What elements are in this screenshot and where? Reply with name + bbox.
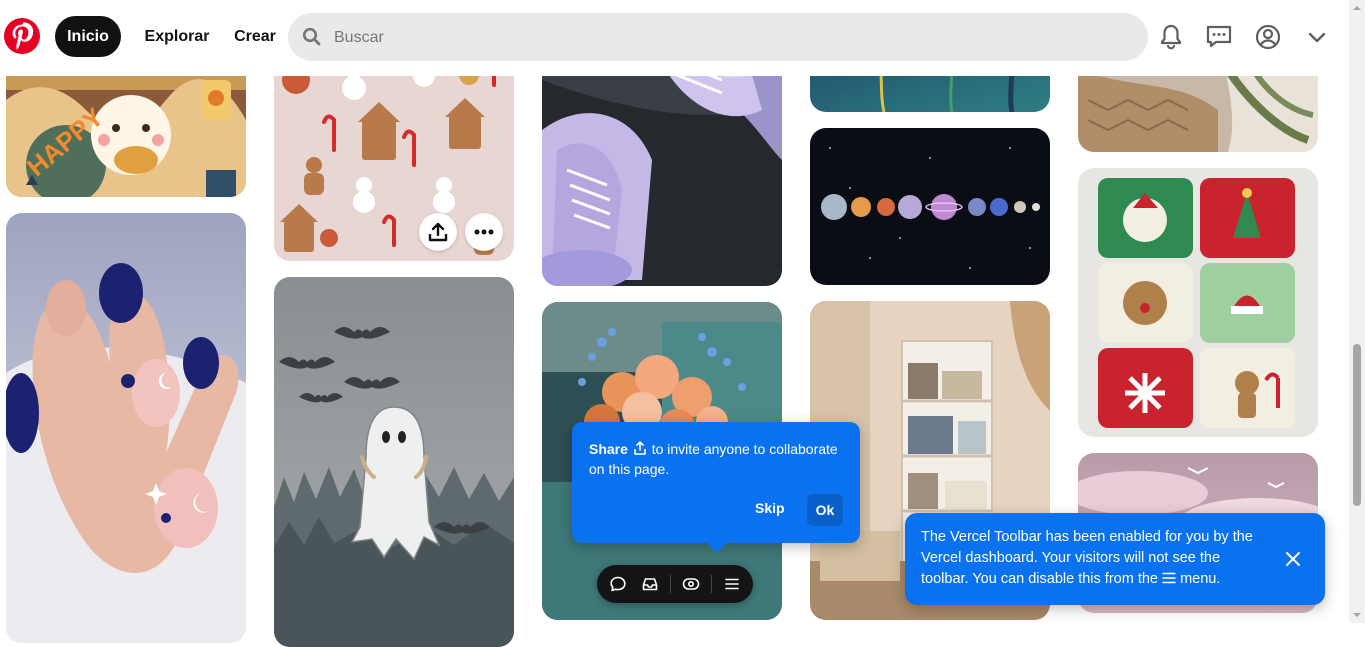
profile-icon[interactable] [1251,20,1285,54]
top-header: Inicio Explorar Crear [0,0,1349,76]
pin-converse[interactable] [542,40,782,286]
pin-image [542,40,782,286]
pin-planets[interactable] [810,128,1050,285]
share-upload-icon [634,441,646,455]
vertical-scrollbar[interactable] [1349,0,1365,623]
scroll-up-icon[interactable] [1349,0,1365,16]
share-icon [428,222,448,242]
menu-icon [1162,572,1176,584]
more-options-icon [474,229,494,235]
share-label: Share [589,441,628,457]
nav-explore-button[interactable]: Explorar [137,16,217,57]
ok-button[interactable]: Ok [807,494,843,526]
pin-ghost[interactable] [274,277,514,647]
pinterest-p-icon [12,22,34,50]
search-bar[interactable] [288,13,1148,63]
pin-image [1078,168,1318,437]
share-pin-button[interactable] [419,213,457,251]
pin-image [6,213,246,643]
toolbar-divider [711,575,712,593]
vercel-toolbar [597,565,753,603]
scroll-thumb[interactable] [1353,344,1361,506]
pin-image [810,128,1050,285]
toolbar-divider [670,575,671,593]
comment-icon[interactable] [608,574,628,594]
nav-create-button[interactable]: Crear [226,16,284,57]
pin-nails[interactable] [6,213,246,643]
scroll-down-icon[interactable] [1349,607,1365,623]
inbox-icon[interactable] [640,574,660,594]
pin-crochet[interactable] [1078,168,1318,437]
preview-eye-icon[interactable] [681,574,701,594]
search-input[interactable] [332,13,1126,63]
close-icon[interactable] [1283,549,1303,569]
vercel-notice-menu-word: menu. [1180,571,1221,587]
search-icon [302,27,321,46]
share-popover-text: Share to invite anyone to collaborate on… [589,439,839,479]
skip-button[interactable]: Skip [755,498,785,518]
messages-icon[interactable] [1202,20,1236,54]
more-options-button[interactable] [465,213,503,251]
nav-home-button[interactable]: Inicio [55,16,121,57]
vercel-notice-text: The Vercel Toolbar has been enabled for … [921,527,1271,590]
pin-image [274,277,514,647]
menu-icon[interactable] [722,574,742,594]
pinterest-logo[interactable] [4,18,40,54]
bell-icon[interactable] [1154,20,1188,54]
vercel-toolbar-notice: The Vercel Toolbar has been enabled for … [905,513,1325,605]
chevron-down-icon[interactable] [1300,20,1334,54]
